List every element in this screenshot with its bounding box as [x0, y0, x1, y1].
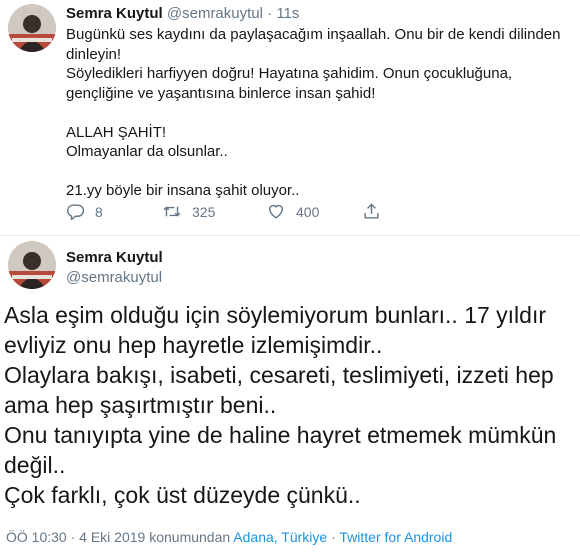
tweet-line: Çok farklı, çok üst düzeyde çünkü..	[4, 482, 361, 508]
tweet-line	[66, 162, 566, 182]
tweet-line: Söyledikleri harfiyyen doğru! Hayatına ş…	[66, 65, 513, 82]
heart-icon	[268, 204, 284, 219]
tweet-line: Olmayanlar da olsunlar..	[66, 143, 228, 160]
tweet-line: Bugünkü ses kaydını da paylaşacağım inşa…	[66, 26, 561, 43]
location-link[interactable]: Adana, Türkiye	[233, 529, 327, 545]
tweet-actions: 8 325 400	[66, 202, 486, 224]
tweet-line: ALLAH ŞAHİT!	[66, 123, 167, 141]
author-name[interactable]: Semra Kuytul	[66, 249, 163, 266]
share-button[interactable]	[362, 202, 391, 221]
reply-count: 8	[95, 203, 103, 220]
tweet-time[interactable]: ÖÖ 10:30	[6, 529, 67, 545]
tweet-line: gençliğine ve yaşantısına binlerce insan…	[66, 84, 376, 102]
author-handle[interactable]: @semrakuytul	[167, 5, 263, 22]
retweet-count: 325	[192, 203, 216, 220]
tweet-line: 21.yy böyle bir insana şahit oluyor..	[66, 182, 300, 199]
tweet-date[interactable]: 4 Eki 2019	[79, 529, 145, 545]
avatar[interactable]	[8, 241, 56, 289]
tweet-line: değil..	[4, 452, 66, 478]
share-icon	[364, 203, 379, 219]
author-name[interactable]: Semra Kuytul	[66, 5, 163, 22]
divider	[0, 235, 580, 236]
tweet-line: Onu tanıyıpta yine de haline hayret etme…	[4, 422, 557, 448]
tweet-time[interactable]: 11s	[276, 5, 299, 22]
location-prefix: konumundan	[145, 529, 234, 545]
reply-button[interactable]: 8	[66, 202, 103, 221]
tweet-line: Olaylara bakışı, isabeti, cesareti, tesl…	[4, 362, 554, 388]
retweet-icon	[163, 206, 181, 217]
tweet-metadata: ÖÖ 10:30 · 4 Eki 2019 konumundan Adana, …	[6, 528, 452, 546]
tweet-line: Asla eşim olduğu için söylemiyorum bunla…	[4, 302, 547, 328]
tweet-line	[66, 103, 566, 123]
like-button[interactable]: 400	[266, 202, 319, 221]
tweet-line: dinleyin!	[66, 45, 122, 63]
separator: ·	[327, 529, 340, 545]
tweet-header: Semra Kuytul @semrakuytul · 11s	[66, 4, 299, 24]
retweet-button[interactable]: 325	[162, 202, 215, 221]
source-link[interactable]: Twitter for Android	[339, 529, 452, 545]
reply-icon	[66, 204, 85, 221]
tweet-line: evliyiz onu hep hayretle izlemişimdir..	[4, 332, 383, 358]
separator: ·	[66, 529, 80, 545]
tweet-text: Asla eşim olduğu için söylemiyorum bunla…	[4, 300, 574, 510]
tweet-reply: Semra Kuytul @semrakuytul · 11s Bugünkü …	[0, 0, 580, 235]
like-count: 400	[296, 203, 320, 220]
tweet-text: Bugünkü ses kaydını da paylaşacağım inşa…	[66, 25, 566, 201]
author-handle[interactable]: @semrakuytul	[66, 269, 162, 286]
separator: ·	[267, 5, 273, 22]
tweet-line: ama hep şaşırtmıştır beni..	[4, 392, 277, 418]
avatar[interactable]	[8, 4, 56, 52]
